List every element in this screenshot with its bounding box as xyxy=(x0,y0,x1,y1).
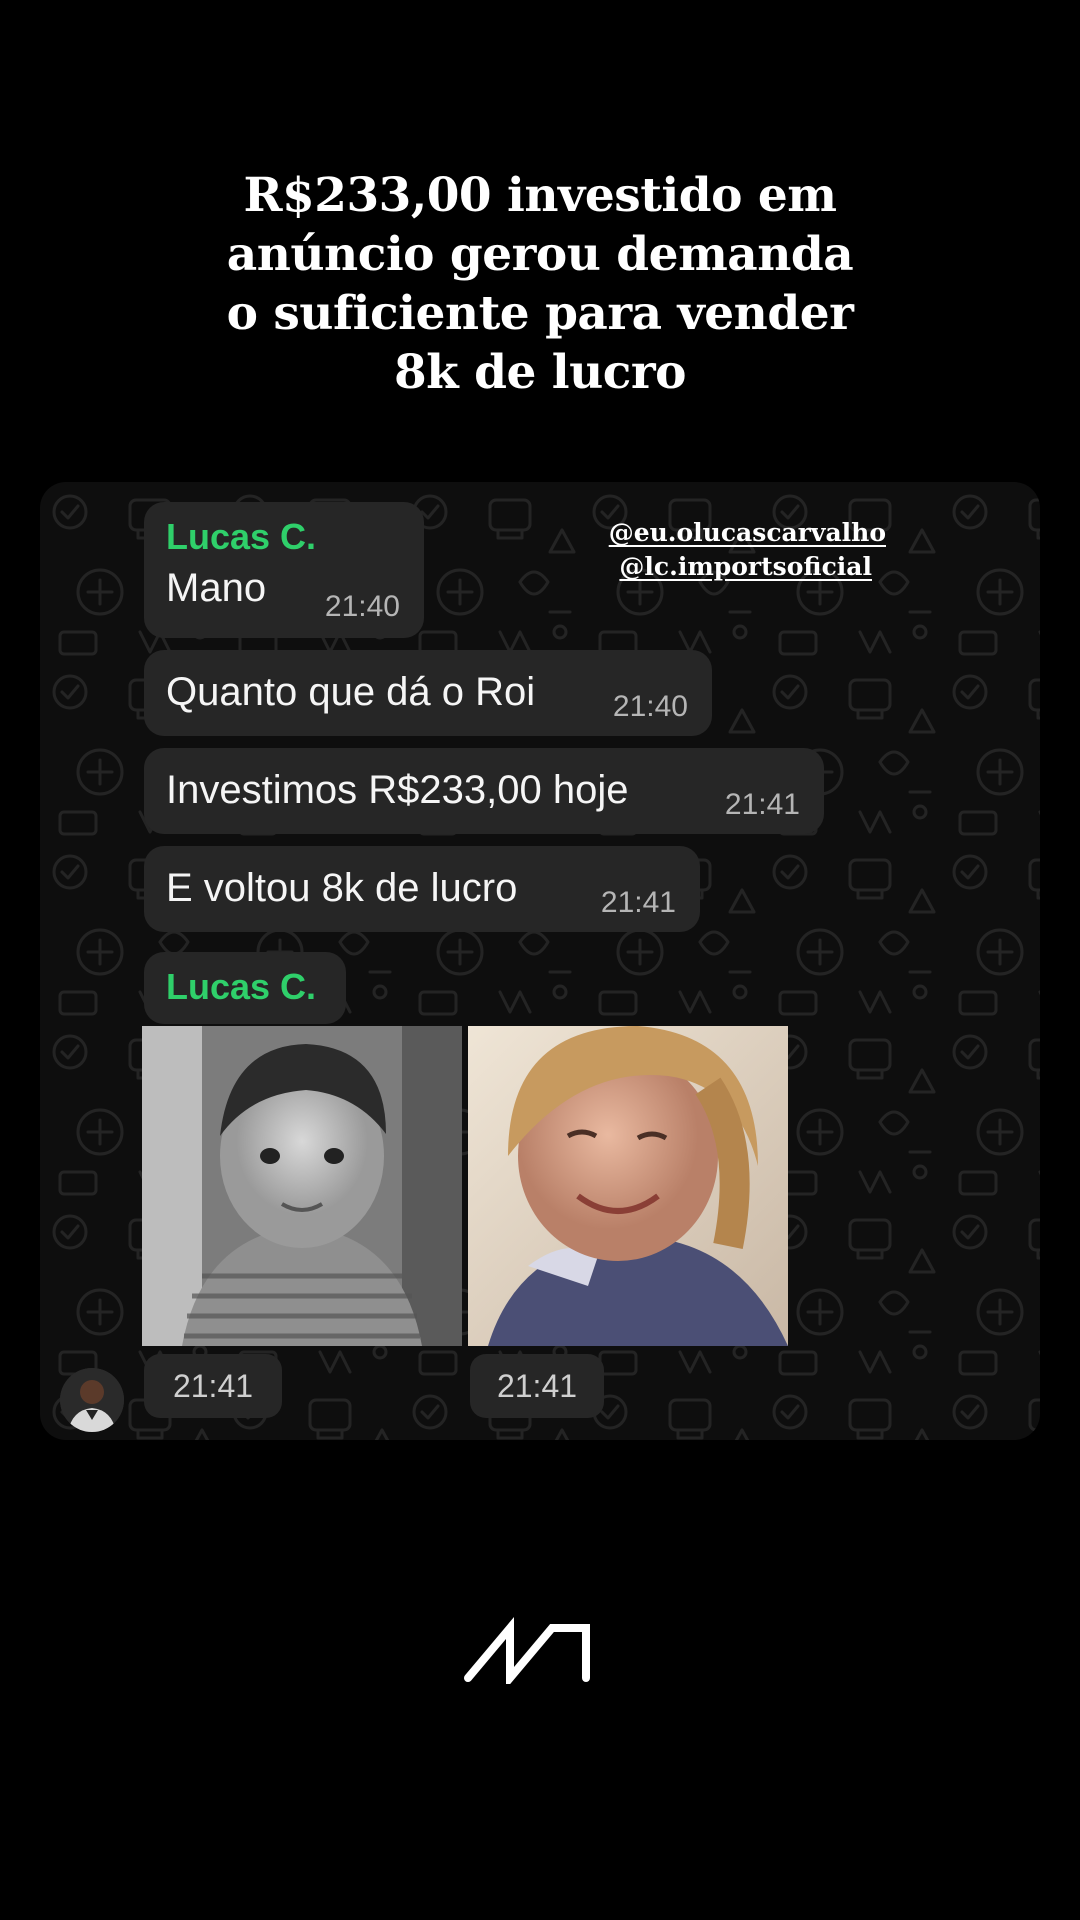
message-sender: Lucas C. xyxy=(166,966,317,1007)
message-sender: Lucas C. xyxy=(166,516,317,557)
photo-1-time: 21:41 xyxy=(144,1354,282,1418)
handle-secondary[interactable]: @lc.importsoficial xyxy=(609,550,872,584)
chat-screenshot: @eu.olucascarvalho @lc.importsoficial Lu… xyxy=(40,482,1040,1440)
sender-avatar[interactable] xyxy=(60,1368,124,1432)
chat-photo-1[interactable] xyxy=(142,1026,462,1346)
message-bubble-4[interactable]: E voltou 8k de lucro 21:41 xyxy=(144,846,700,932)
photo-2-time: 21:41 xyxy=(470,1354,604,1418)
message-text: Investimos R$233,00 hoje xyxy=(166,768,629,812)
headline-line-4: 8k de lucro xyxy=(393,345,687,400)
message-text: Mano xyxy=(166,566,267,610)
headline-line-2: anúncio gerou demanda xyxy=(226,227,854,282)
message-bubble-2[interactable]: Quanto que dá o Roi 21:40 xyxy=(144,650,712,736)
message-time: 21:41 xyxy=(600,886,676,919)
message-time: 21:41 xyxy=(724,788,800,821)
headline-line-3: o suficiente para vender xyxy=(226,286,854,341)
message-text: Quanto que dá o Roi xyxy=(166,670,536,714)
message-time: 21:40 xyxy=(612,690,688,723)
chat-photo-2[interactable] xyxy=(468,1026,788,1346)
headline-line-1: R$233,00 investido em xyxy=(243,168,837,223)
media-sender-bubble: Lucas C. xyxy=(144,952,346,1024)
message-text: E voltou 8k de lucro xyxy=(166,866,518,910)
m-logo-icon xyxy=(464,1617,590,1684)
message-bubble-3[interactable]: Investimos R$233,00 hoje 21:41 xyxy=(144,748,824,834)
message-bubble-1[interactable]: Lucas C. Mano 21:40 xyxy=(144,502,424,638)
message-time: 21:40 xyxy=(324,590,400,623)
headline: R$233,00 investido em anúncio gerou dema… xyxy=(140,166,940,402)
handle-primary[interactable]: @eu.olucascarvalho xyxy=(609,516,886,550)
instagram-handles: @eu.olucascarvalho @lc.importsoficial xyxy=(609,516,886,584)
